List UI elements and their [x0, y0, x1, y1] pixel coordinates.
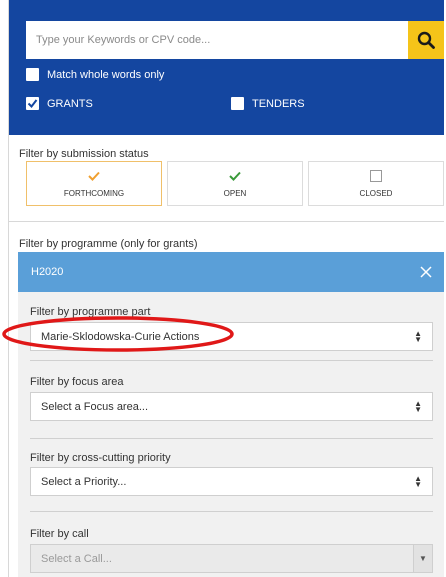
- search-panel: Match whole words only GRANTS TENDERS: [9, 0, 444, 135]
- status-closed[interactable]: CLOSED: [308, 161, 444, 206]
- close-icon[interactable]: [420, 266, 432, 278]
- search-box: [26, 21, 412, 59]
- focus-area-value: Select a Focus area...: [41, 400, 148, 413]
- checkmark-icon: [27, 99, 38, 109]
- call-label: Filter by call: [30, 528, 89, 540]
- field-divider: [30, 360, 433, 361]
- grants-label: GRANTS: [47, 97, 93, 110]
- status-forthcoming-label: FORTHCOMING: [63, 189, 125, 198]
- status-forthcoming[interactable]: FORTHCOMING: [26, 161, 162, 206]
- call-select[interactable]: Select a Call... ▼: [30, 544, 433, 573]
- programme-h2020-header[interactable]: H2020: [18, 252, 444, 292]
- tenders-option[interactable]: TENDERS: [231, 97, 305, 110]
- programme-part-value: Marie-Sklodowska-Curie Actions: [41, 330, 200, 343]
- programme-part-label: Filter by programme part: [30, 306, 151, 318]
- open-check-icon: [229, 169, 241, 183]
- closed-checkbox-icon: [370, 169, 382, 183]
- select-arrows-icon: ▲ ▼: [414, 473, 422, 489]
- cross-cutting-priority-select[interactable]: Select a Priority... ▲ ▼: [30, 467, 433, 496]
- search-button[interactable]: [408, 21, 444, 59]
- select-arrows-icon: ▲ ▼: [414, 398, 422, 414]
- field-divider: [30, 438, 433, 439]
- dropdown-arrow-icon: ▼: [413, 545, 432, 572]
- search-input[interactable]: [26, 21, 412, 59]
- programme-part-select[interactable]: Marie-Sklodowska-Curie Actions ▲ ▼: [30, 322, 433, 351]
- select-arrows-icon: ▲ ▼: [414, 328, 422, 344]
- grants-checkbox[interactable]: [26, 97, 39, 110]
- status-open[interactable]: OPEN: [167, 161, 303, 206]
- cross-cutting-priority-value: Select a Priority...: [41, 475, 127, 488]
- search-icon: [417, 31, 435, 49]
- programme-filter-label: Filter by programme (only for grants): [19, 238, 198, 250]
- match-whole-words-checkbox[interactable]: [26, 68, 39, 81]
- tenders-checkbox[interactable]: [231, 97, 244, 110]
- focus-area-select[interactable]: Select a Focus area... ▲ ▼: [30, 392, 433, 421]
- forthcoming-check-icon: [88, 169, 100, 183]
- status-closed-label: CLOSED: [359, 189, 393, 198]
- status-open-label: OPEN: [223, 189, 247, 198]
- status-filter-label: Filter by submission status: [19, 148, 149, 160]
- cross-cutting-priority-label: Filter by cross-cutting priority: [30, 452, 171, 464]
- grants-option[interactable]: GRANTS: [26, 97, 93, 110]
- field-divider: [30, 511, 433, 512]
- match-whole-words-option[interactable]: Match whole words only: [26, 68, 164, 81]
- tenders-label: TENDERS: [252, 97, 305, 110]
- section-divider: [9, 221, 444, 222]
- programme-selected-label: H2020: [31, 266, 64, 278]
- focus-area-label: Filter by focus area: [30, 376, 124, 388]
- match-whole-words-label: Match whole words only: [47, 68, 165, 81]
- call-value: Select a Call...: [41, 552, 112, 565]
